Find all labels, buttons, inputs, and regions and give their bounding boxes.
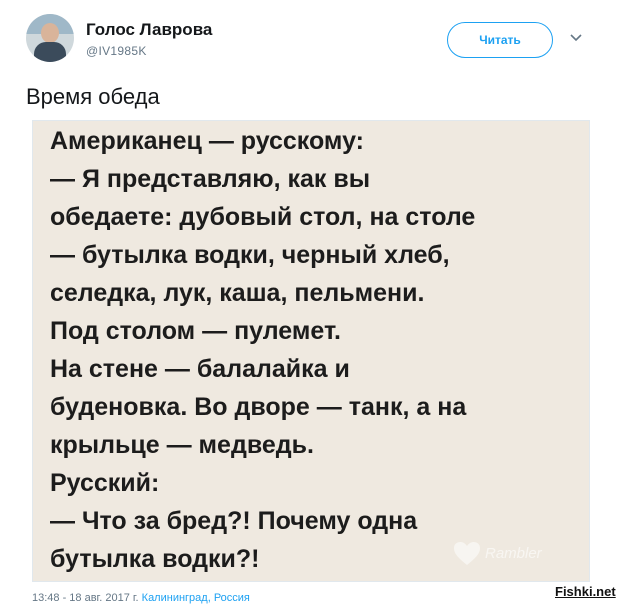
meme-text-line: — бутылка водки, черный хлеб,	[50, 241, 450, 269]
avatar-head	[41, 23, 59, 43]
tweet-location[interactable]: Калининград, Россия	[142, 592, 250, 604]
watermark-heart-icon	[454, 542, 480, 565]
site-watermark: Fishki.net	[555, 584, 616, 599]
meme-text-line: селедка, лук, каша, пельмени.	[50, 279, 425, 307]
meme-text-line: Русский:	[50, 469, 160, 497]
meme-text-line: обедаете: дубовый стол, на столе	[50, 203, 476, 231]
avatar[interactable]	[26, 14, 74, 62]
meme-text-line: Американец — русскому:	[50, 127, 364, 155]
tweet-text: Время обеда	[26, 84, 160, 109]
follow-button[interactable]: Читать	[447, 22, 553, 58]
meme-text-line: бутылка водки?!	[50, 545, 260, 573]
meme-text-line: буденовка. Во дворе — танк, а на	[50, 393, 467, 421]
meme-text-line: На стене — балалайка и	[50, 355, 350, 383]
image-watermark: Rambler	[485, 545, 542, 562]
meme-text-line: — Я представляю, как вы	[50, 165, 371, 193]
account-name[interactable]: Голос Лаврова	[86, 20, 212, 40]
avatar-body	[34, 42, 66, 62]
meme-text-line: крыльце — медведь.	[50, 431, 314, 459]
tweet-timestamp[interactable]: 13:48 - 18 авг. 2017 г.	[32, 592, 139, 604]
tweet-image[interactable]: Американец — русскому: — Я представляю, …	[32, 120, 590, 582]
meme-text-line: — Что за бред?! Почему одна	[50, 507, 418, 535]
tweet-footer: 13:48 - 18 авг. 2017 г. Калининград, Рос…	[32, 592, 250, 604]
tweet-header: Голос Лаврова @IV1985K Читать	[26, 14, 596, 66]
meme-text-line: Под столом — пулемет.	[50, 317, 341, 345]
account-handle[interactable]: @IV1985K	[86, 44, 147, 58]
chevron-down-icon[interactable]	[569, 31, 583, 45]
